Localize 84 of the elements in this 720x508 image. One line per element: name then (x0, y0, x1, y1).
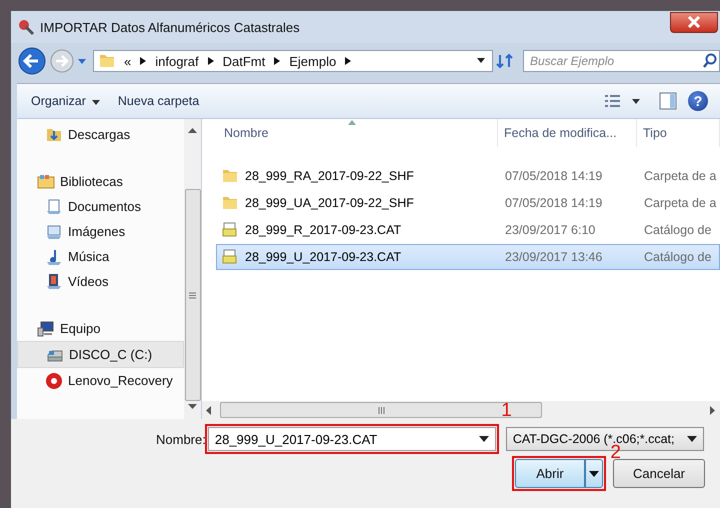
nav-item[interactable]: Música (17, 244, 184, 269)
breadcrumb-arrow-icon (273, 56, 282, 66)
breadcrumb-arrow-icon (139, 56, 148, 66)
search-icon (702, 53, 718, 69)
document-icon (45, 198, 63, 216)
file-name: 28_999_UA_2017-09-22_SHF (245, 196, 414, 210)
nav-item[interactable]: Documentos (17, 194, 184, 219)
file-name: 28_999_U_2017-09-23.CAT (245, 250, 402, 264)
file-row[interactable]: 28_999_R_2017-09-23.CAT 23/09/2017 6:10 Catálogo de (216, 217, 720, 243)
music-note-icon (45, 248, 63, 266)
file-row[interactable]: 28_999_U_2017-09-23.CAT 23/09/2017 13:46 Catálogo de (216, 244, 720, 270)
picture-icon (45, 222, 63, 240)
toolbar-button[interactable]: Organizar (27, 92, 104, 110)
breadcrumb-arrow-icon (206, 56, 215, 66)
modified-date: 23/09/2017 13:46 (504, 250, 604, 264)
dropdown-button[interactable] (585, 459, 603, 488)
grip-icon (378, 406, 384, 414)
nav-item[interactable]: Lenovo_Recovery (17, 368, 184, 393)
folder-icon (98, 52, 116, 70)
column-header[interactable]: Nombre (216, 119, 498, 147)
scroll-left-icon (206, 406, 212, 414)
scroll-right-icon (710, 406, 716, 414)
file-name: 28_999_RA_2017-09-22_SHF (245, 169, 414, 183)
toolbar-button[interactable]: Nueva carpeta (114, 92, 204, 110)
dialog-button[interactable]: Abrir (515, 459, 585, 488)
breadcrumb[interactable]: DatFmt (222, 54, 266, 68)
history-caret-icon[interactable] (77, 56, 87, 66)
nav-item[interactable]: DISCO_C (C:) (17, 341, 184, 368)
dialog-button[interactable]: Cancelar (613, 459, 705, 488)
modified-date: 07/05/2018 14:19 (504, 169, 604, 183)
grip-icon (189, 292, 196, 298)
column-header[interactable]: Fecha de modifica... (498, 119, 637, 147)
film-icon (45, 272, 63, 290)
nav-item[interactable]: Descargas (17, 122, 184, 147)
app-icon (17, 18, 35, 36)
breadcrumb[interactable]: infograf (155, 54, 199, 68)
breadcrumb-arrow-icon (344, 56, 352, 66)
breadcrumb[interactable]: Ejemplo (289, 54, 336, 68)
caret-icon[interactable] (589, 470, 599, 476)
address-bar[interactable]: « infograf DatFmt Ejemplo (93, 50, 493, 72)
view-options-icon[interactable] (604, 93, 640, 109)
dropdown-caret-icon[interactable] (478, 436, 489, 442)
vertical-scrollbar[interactable] (184, 119, 201, 419)
document-icon (221, 221, 239, 239)
modified-date: 23/09/2017 6:10 (504, 223, 596, 237)
folder-icon (221, 194, 239, 212)
nav-item[interactable]: Bibliotecas (17, 169, 184, 194)
scroll-thumb[interactable] (184, 189, 200, 401)
disc-icon (45, 372, 63, 390)
back-button[interactable] (17, 46, 47, 76)
library-icon (37, 172, 55, 190)
file-type: Catálogo de (643, 223, 712, 237)
annotation-number: 1 (501, 401, 512, 420)
computer-icon (37, 320, 55, 338)
file-type: Catálogo de (643, 250, 712, 264)
file-type: Carpeta de a (643, 196, 718, 210)
modified-date: 07/05/2018 14:19 (504, 196, 604, 210)
document-icon (221, 248, 239, 266)
field-label: Nombre: (156, 432, 206, 446)
dropdown-caret-icon[interactable] (476, 57, 486, 65)
file-row[interactable]: 28_999_UA_2017-09-22_SHF 07/05/2018 14:19 Carpeta de a (216, 190, 720, 216)
window-title: IMPORTAR Datos Alfanuméricos Catastrales (40, 20, 301, 34)
scroll-down-icon (188, 404, 197, 410)
close-icon[interactable] (687, 16, 701, 28)
help-button[interactable]: ? (688, 91, 708, 111)
scroll-up-icon (188, 128, 197, 134)
refresh-icon[interactable] (495, 52, 515, 70)
breadcrumb[interactable]: « (124, 54, 132, 68)
folder-icon (221, 167, 239, 185)
scroll-thumb[interactable] (220, 402, 542, 418)
file-name: 28_999_R_2017-09-23.CAT (245, 223, 402, 237)
nav-item[interactable]: Imágenes (17, 219, 184, 244)
caret-icon[interactable] (92, 100, 100, 105)
file-type: Carpeta de a (643, 169, 718, 183)
dropdown-caret-icon (686, 436, 697, 442)
filename-field[interactable]: 28_999_U_2017-09-23.CAT (208, 427, 496, 451)
preview-pane-icon[interactable] (658, 91, 678, 111)
nav-item[interactable]: Vídeos (17, 269, 184, 294)
column-header[interactable]: Tipo (637, 119, 720, 147)
nav-item[interactable]: Equipo (17, 316, 184, 341)
search-field[interactable]: Buscar Ejemplo (523, 50, 720, 72)
file-row[interactable]: 28_999_RA_2017-09-22_SHF 07/05/2018 14:19 Carpeta de a (216, 163, 720, 189)
close-button[interactable] (670, 12, 718, 32)
horizontal-scrollbar[interactable] (202, 401, 720, 419)
